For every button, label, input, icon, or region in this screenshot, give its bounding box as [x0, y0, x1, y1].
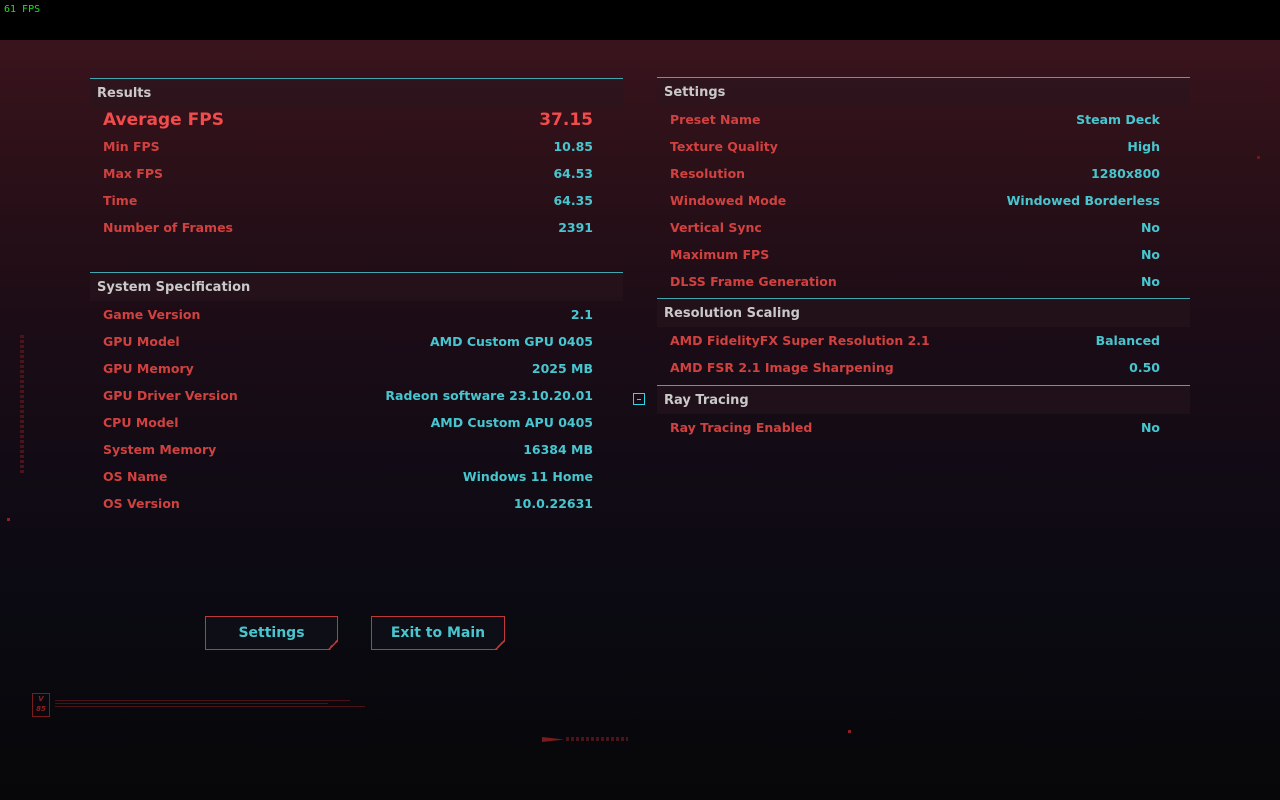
ray-tracing-header[interactable]: Ray Tracing — [657, 385, 1190, 414]
spec-row: GPU Model AMD Custom GPU 0405 — [90, 328, 623, 355]
row-label: Min FPS — [103, 139, 160, 154]
setting-row: AMD FSR 2.1 Image Sharpening 0.50 — [657, 354, 1190, 381]
row-value: 2.1 — [570, 307, 593, 322]
row-label: OS Version — [103, 496, 180, 511]
average-fps-value: 37.15 — [539, 110, 593, 130]
row-label: Ray Tracing Enabled — [670, 420, 813, 435]
average-fps-row: Average FPS 37.15 — [90, 107, 623, 133]
row-value: 64.53 — [553, 166, 593, 181]
row-value: 10.85 — [553, 139, 593, 154]
row-value: 0.50 — [1129, 360, 1160, 375]
row-value: Radeon software 23.10.20.01 — [385, 388, 593, 403]
version-badge: V 85 — [32, 693, 50, 717]
row-label: Texture Quality — [670, 139, 778, 154]
row-value: Balanced — [1095, 333, 1160, 348]
row-value: Windowed Borderless — [1006, 193, 1160, 208]
row-label: AMD FidelityFX Super Resolution 2.1 — [670, 333, 930, 348]
row-label: Preset Name — [670, 112, 761, 127]
row-label: Resolution — [670, 166, 746, 181]
setting-row: Preset Name Steam Deck — [657, 106, 1190, 133]
spec-row: System Memory 16384 MB — [90, 436, 623, 463]
side-decoration — [20, 335, 24, 475]
row-label: GPU Memory — [103, 361, 194, 376]
spec-row: OS Name Windows 11 Home — [90, 463, 623, 490]
exit-to-main-menu-button[interactable]: Exit to Main Menu — [371, 616, 505, 650]
row-value: No — [1140, 220, 1160, 235]
row-label: OS Name — [103, 469, 168, 484]
row-label: CPU Model — [103, 415, 179, 430]
results-header: Results — [90, 78, 623, 107]
arrow-icon — [542, 737, 564, 742]
row-label: AMD FSR 2.1 Image Sharpening — [670, 360, 894, 375]
result-row: Max FPS 64.53 — [90, 160, 623, 187]
row-label: Time — [103, 193, 138, 208]
row-value: 1280x800 — [1091, 166, 1160, 181]
corner-marker-icon — [7, 518, 10, 521]
spec-row: Game Version 2.1 — [90, 301, 623, 328]
row-value: 16384 MB — [523, 442, 593, 457]
result-row: Number of Frames 2391 — [90, 214, 623, 241]
row-value: 2025 MB — [531, 361, 593, 376]
spec-row: GPU Memory 2025 MB — [90, 355, 623, 382]
setting-row: Ray Tracing Enabled No — [657, 414, 1190, 441]
resolution-scaling-header: Resolution Scaling — [657, 298, 1190, 327]
corner-marker-icon — [1257, 156, 1260, 159]
result-row: Min FPS 10.85 — [90, 133, 623, 160]
setting-row: Resolution 1280x800 — [657, 160, 1190, 187]
row-label: Max FPS — [103, 166, 163, 181]
row-label: Game Version — [103, 307, 201, 322]
setting-row: Texture Quality High — [657, 133, 1190, 160]
spec-row: OS Version 10.0.22631 — [90, 490, 623, 517]
ray-tracing-panel: Ray Tracing Ray Tracing Enabled No — [657, 385, 1190, 441]
resolution-scaling-panel: Resolution Scaling AMD FidelityFX Super … — [657, 298, 1190, 381]
results-panel: Results Average FPS 37.15 Min FPS 10.85 M… — [90, 78, 623, 241]
benchmark-results-screen: Results Average FPS 37.15 Min FPS 10.85 M… — [0, 40, 1280, 800]
row-value: High — [1127, 139, 1160, 154]
spec-row: CPU Model AMD Custom APU 0405 — [90, 409, 623, 436]
bottom-decoration — [566, 737, 628, 741]
settings-header: Settings — [657, 77, 1190, 106]
row-value: 2391 — [558, 220, 593, 235]
row-label: DLSS Frame Generation — [670, 274, 837, 289]
average-fps-label: Average FPS — [103, 110, 224, 130]
row-label: GPU Driver Version — [103, 388, 238, 403]
spec-row: GPU Driver Version Radeon software 23.10.… — [90, 382, 623, 409]
fps-counter: 61 FPS — [4, 4, 41, 15]
row-label: System Memory — [103, 442, 217, 457]
setting-row: AMD FidelityFX Super Resolution 2.1 Balan… — [657, 327, 1190, 354]
row-label: Maximum FPS — [670, 247, 770, 262]
system-spec-header: System Specification — [90, 272, 623, 301]
row-value: No — [1140, 274, 1160, 289]
result-row: Time 64.35 — [90, 187, 623, 214]
setting-row: Vertical Sync No — [657, 214, 1190, 241]
legal-text-decoration — [55, 698, 365, 709]
row-value: Windows 11 Home — [462, 469, 593, 484]
system-spec-panel: System Specification Game Version 2.1 GPU… — [90, 272, 623, 517]
row-label: Windowed Mode — [670, 193, 787, 208]
settings-button[interactable]: Settings — [205, 616, 338, 650]
setting-row: Windowed Mode Windowed Borderless — [657, 187, 1190, 214]
corner-marker-icon — [848, 730, 851, 733]
row-value: No — [1140, 247, 1160, 262]
row-value: AMD Custom APU 0405 — [430, 415, 593, 430]
row-label: Vertical Sync — [670, 220, 762, 235]
settings-panel: Settings Preset Name Steam Deck Texture Q… — [657, 77, 1190, 295]
row-value: Steam Deck — [1076, 112, 1160, 127]
minus-square-icon[interactable] — [633, 393, 645, 405]
setting-row: DLSS Frame Generation No — [657, 268, 1190, 295]
row-value: AMD Custom GPU 0405 — [429, 334, 593, 349]
setting-row: Maximum FPS No — [657, 241, 1190, 268]
row-label: Number of Frames — [103, 220, 233, 235]
row-label: GPU Model — [103, 334, 180, 349]
row-value: 64.35 — [553, 193, 593, 208]
row-value: 10.0.22631 — [513, 496, 593, 511]
row-value: No — [1140, 420, 1160, 435]
